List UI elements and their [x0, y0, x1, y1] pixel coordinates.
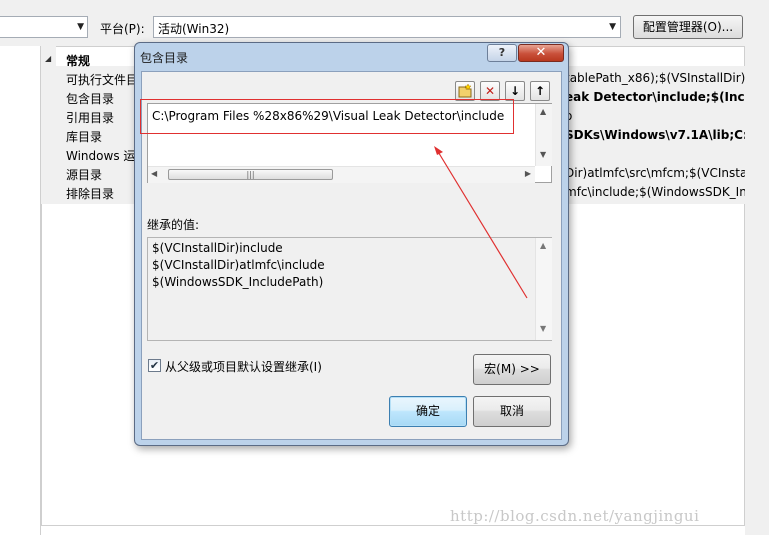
property-value[interactable]: o: [565, 109, 745, 123]
section-header-general: 常规: [66, 54, 91, 68]
platform-select-value: 活动(Win32): [158, 22, 230, 36]
scroll-left-icon[interactable]: ◀: [151, 169, 157, 178]
delete-button[interactable]: ✕: [480, 81, 500, 101]
config-manager-button[interactable]: 配置管理器(O)...: [633, 15, 743, 39]
property-name[interactable]: Windows 运: [66, 147, 135, 164]
scroll-down-icon[interactable]: ▼: [540, 324, 546, 333]
inherited-value: $(WindowsSDK_IncludePath): [152, 275, 324, 289]
property-name[interactable]: 库目录: [66, 128, 102, 145]
scroll-up-icon[interactable]: ▲: [540, 107, 546, 116]
property-value[interactable]: mfc\include;$(WindowsSDK_Incl: [565, 185, 745, 199]
property-name[interactable]: 引用目录: [66, 109, 114, 126]
help-button[interactable]: ?: [487, 44, 517, 62]
property-name[interactable]: 源目录: [66, 166, 102, 183]
window-edge: [745, 46, 769, 535]
property-name[interactable]: 可执行文件目: [66, 71, 138, 88]
scroll-right-icon[interactable]: ▶: [525, 169, 531, 178]
delete-icon: ✕: [484, 84, 496, 98]
dialog-title: 包含目录: [140, 51, 189, 65]
property-value[interactable]: SDKs\Windows\v7.1A\lib;C:\: [565, 128, 745, 142]
move-up-button[interactable]: ↑: [530, 81, 550, 101]
new-line-icon: [458, 83, 472, 98]
chevron-down-icon: ▼: [609, 22, 616, 32]
platform-label: 平台(P):: [100, 22, 145, 36]
collapse-icon[interactable]: ◢: [45, 54, 51, 63]
move-down-button[interactable]: ↓: [505, 81, 525, 101]
move-down-icon: ↓: [509, 84, 521, 98]
platform-select[interactable]: 活动(Win32) ▼: [153, 16, 621, 38]
chevron-down-icon: ▼: [77, 22, 84, 32]
cancel-button[interactable]: 取消: [473, 396, 551, 427]
annotation-highlight-box: [140, 99, 514, 134]
checkmark-icon: ✔: [149, 359, 160, 372]
horizontal-scrollbar[interactable]: ◀ ||| ▶: [148, 166, 535, 183]
property-value[interactable]: eak Detector\include;$(Inclu: [565, 90, 745, 104]
scroll-up-icon[interactable]: ▲: [540, 241, 546, 250]
scroll-down-icon[interactable]: ▼: [540, 150, 546, 159]
property-value[interactable]: tablePath_x86);$(VSInstallDir)C: [565, 71, 745, 85]
configuration-select[interactable]: ▼: [0, 16, 88, 38]
move-up-icon: ↑: [534, 84, 546, 98]
property-tree-panel: [0, 46, 41, 535]
vertical-scrollbar[interactable]: ▲ ▼: [535, 238, 552, 340]
macros-button[interactable]: 宏(M) >>: [473, 354, 551, 385]
new-line-button[interactable]: [455, 81, 475, 101]
inherited-value: $(VCInstallDir)atlmfc\include: [152, 258, 325, 272]
property-value[interactable]: Dir)atlmfc\src\mfcm;$(VCInstal: [565, 166, 745, 180]
close-button[interactable]: ✕: [518, 44, 564, 62]
inherited-value: $(VCInstallDir)include: [152, 241, 283, 255]
property-name[interactable]: 包含目录: [66, 90, 114, 107]
property-name[interactable]: 排除目录: [66, 185, 114, 202]
inherit-checkbox-label[interactable]: 从父级或项目默认设置继承(I): [165, 358, 322, 375]
property-grid-gutter: [41, 46, 56, 204]
inherited-values-label: 继承的值:: [147, 218, 200, 232]
vertical-scrollbar[interactable]: ▲ ▼: [535, 104, 552, 166]
ok-button[interactable]: 确定: [389, 396, 467, 427]
scrollbar-thumb[interactable]: |||: [168, 169, 333, 180]
inherit-checkbox[interactable]: ✔: [148, 359, 161, 372]
watermark: http://blog.csdn.net/yangjingui: [450, 507, 700, 525]
